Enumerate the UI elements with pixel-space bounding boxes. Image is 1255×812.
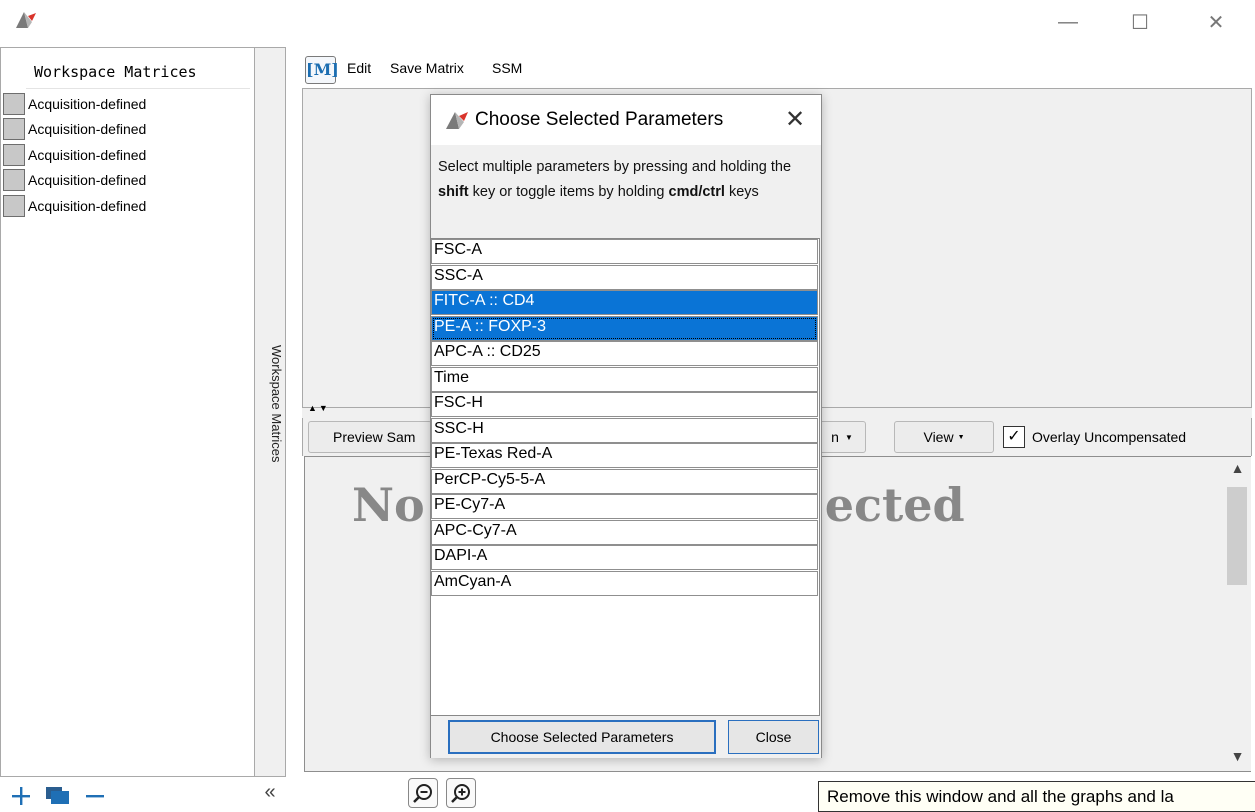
parameter-item[interactable]: FSC-A bbox=[431, 239, 818, 264]
remove-window-tooltip: Remove this window and all the graphs an… bbox=[818, 781, 1255, 812]
parameter-item[interactable]: AmCyan-A bbox=[431, 570, 818, 596]
minimize-button[interactable]: — bbox=[1044, 0, 1092, 44]
options-dropdown-button[interactable]: n ▼ bbox=[818, 421, 866, 453]
parameter-item[interactable]: PE-A :: FOXP-3 bbox=[431, 315, 818, 341]
matrix-swatch-icon bbox=[3, 194, 25, 217]
no-selection-text-left: No bbox=[352, 478, 425, 532]
parameter-item[interactable]: DAPI-A bbox=[431, 545, 818, 570]
workspace-matrix-label: Acquisition-defined bbox=[28, 197, 147, 214]
collapse-panel-icon[interactable]: « bbox=[258, 780, 282, 804]
matrix-m-label: M bbox=[313, 60, 332, 79]
instructions-text: key or toggle items by holding bbox=[468, 184, 669, 200]
matrix-swatch-icon bbox=[3, 92, 25, 115]
ssm-menu[interactable]: SSM bbox=[492, 60, 522, 76]
close-window-button[interactable]: ✕ bbox=[1192, 0, 1240, 44]
plus-icon[interactable] bbox=[8, 784, 34, 808]
overlay-uncompensated-checkbox[interactable]: ✓ bbox=[1003, 426, 1025, 448]
workspace-matrix-item[interactable]: Acquisition-defined bbox=[0, 168, 250, 193]
options-dropdown-label: n bbox=[831, 429, 839, 445]
splitter-arrows-icon[interactable]: ▲▼ bbox=[308, 403, 330, 413]
zoom-in-icon bbox=[451, 784, 470, 803]
overlay-uncompensated-label: Overlay Uncompensated bbox=[1032, 429, 1187, 445]
dialog-logo-icon bbox=[446, 112, 468, 129]
preview-sample-button[interactable]: Preview Sam bbox=[308, 421, 432, 453]
workspace-matrices-header: Workspace Matrices bbox=[26, 49, 250, 89]
parameter-item[interactable]: FITC-A :: CD4 bbox=[431, 290, 818, 315]
matrix-swatch-icon bbox=[3, 169, 25, 192]
scroll-thumb[interactable] bbox=[1227, 487, 1247, 585]
scroll-down-icon[interactable]: ▼ bbox=[1224, 748, 1251, 768]
matrix-m-button[interactable]: [M] bbox=[305, 56, 339, 84]
workspace-matrices-tab-label: Workspace Matrices bbox=[269, 345, 284, 463]
view-dropdown-button[interactable]: View ▼ bbox=[894, 421, 994, 453]
dropdown-caret-icon: ▼ bbox=[844, 432, 853, 442]
workspace-matrix-label: Acquisition-defined bbox=[28, 95, 147, 112]
workspace-matrix-item[interactable]: Acquisition-defined bbox=[0, 193, 250, 218]
edit-menu[interactable]: Edit bbox=[347, 60, 371, 76]
matrix-icon[interactable] bbox=[44, 784, 72, 808]
workspace-matrix-label: Acquisition-defined bbox=[28, 121, 147, 138]
dropdown-caret-icon: ▼ bbox=[957, 433, 965, 441]
instructions-text: keys bbox=[724, 184, 759, 200]
zoom-out-icon bbox=[413, 784, 432, 803]
workspace-matrix-label: Acquisition-defined bbox=[28, 146, 147, 163]
dialog-instructions: Select multiple parameters by pressing a… bbox=[438, 155, 814, 205]
workspace-matrix-label: Acquisition-defined bbox=[28, 172, 147, 189]
parameter-item[interactable]: APC-A :: CD25 bbox=[431, 341, 818, 366]
zoom-in-button[interactable] bbox=[446, 778, 476, 808]
minus-icon[interactable] bbox=[82, 784, 108, 808]
maximize-button[interactable]: ☐ bbox=[1116, 0, 1164, 44]
save-matrix-menu[interactable]: Save Matrix bbox=[390, 60, 464, 76]
matrix-swatch-icon bbox=[3, 143, 25, 166]
dialog-close-icon[interactable]: ✕ bbox=[780, 105, 810, 135]
workspace-matrix-item[interactable]: Acquisition-defined bbox=[0, 117, 250, 142]
view-dropdown-label: View bbox=[923, 429, 954, 445]
scroll-up-icon[interactable]: ▲ bbox=[1224, 460, 1251, 480]
app-logo-icon bbox=[16, 12, 36, 28]
parameter-item[interactable]: SSC-A bbox=[431, 264, 818, 290]
instructions-shift-key: shift bbox=[438, 184, 469, 200]
dialog-close-button[interactable]: Close bbox=[728, 720, 819, 754]
workspace-matrix-item[interactable]: Acquisition-defined bbox=[0, 91, 250, 116]
workspace-matrix-item[interactable]: Acquisition-defined bbox=[0, 142, 250, 167]
matrix-swatch-icon bbox=[3, 118, 25, 141]
instructions-cmd-key: cmd/ctrl bbox=[668, 184, 725, 200]
parameter-item[interactable]: Time bbox=[431, 366, 818, 392]
choose-selected-parameters-button[interactable]: Choose Selected Parameters bbox=[448, 720, 716, 754]
parameter-item[interactable]: SSC-H bbox=[431, 417, 818, 443]
dialog-title: Choose Selected Parameters bbox=[475, 109, 724, 130]
zoom-out-button[interactable] bbox=[408, 778, 438, 808]
parameter-item[interactable]: PerCP-Cy5-5-A bbox=[431, 468, 818, 494]
parameter-item[interactable]: PE-Texas Red-A bbox=[431, 443, 818, 468]
parameter-item[interactable]: PE-Cy7-A bbox=[431, 494, 818, 519]
instructions-text: Select multiple parameters by pressing a… bbox=[438, 159, 792, 175]
parameter-item[interactable]: FSC-H bbox=[431, 392, 818, 417]
no-selection-text-right: ected bbox=[824, 478, 965, 532]
parameter-item[interactable]: APC-Cy7-A bbox=[431, 519, 818, 545]
